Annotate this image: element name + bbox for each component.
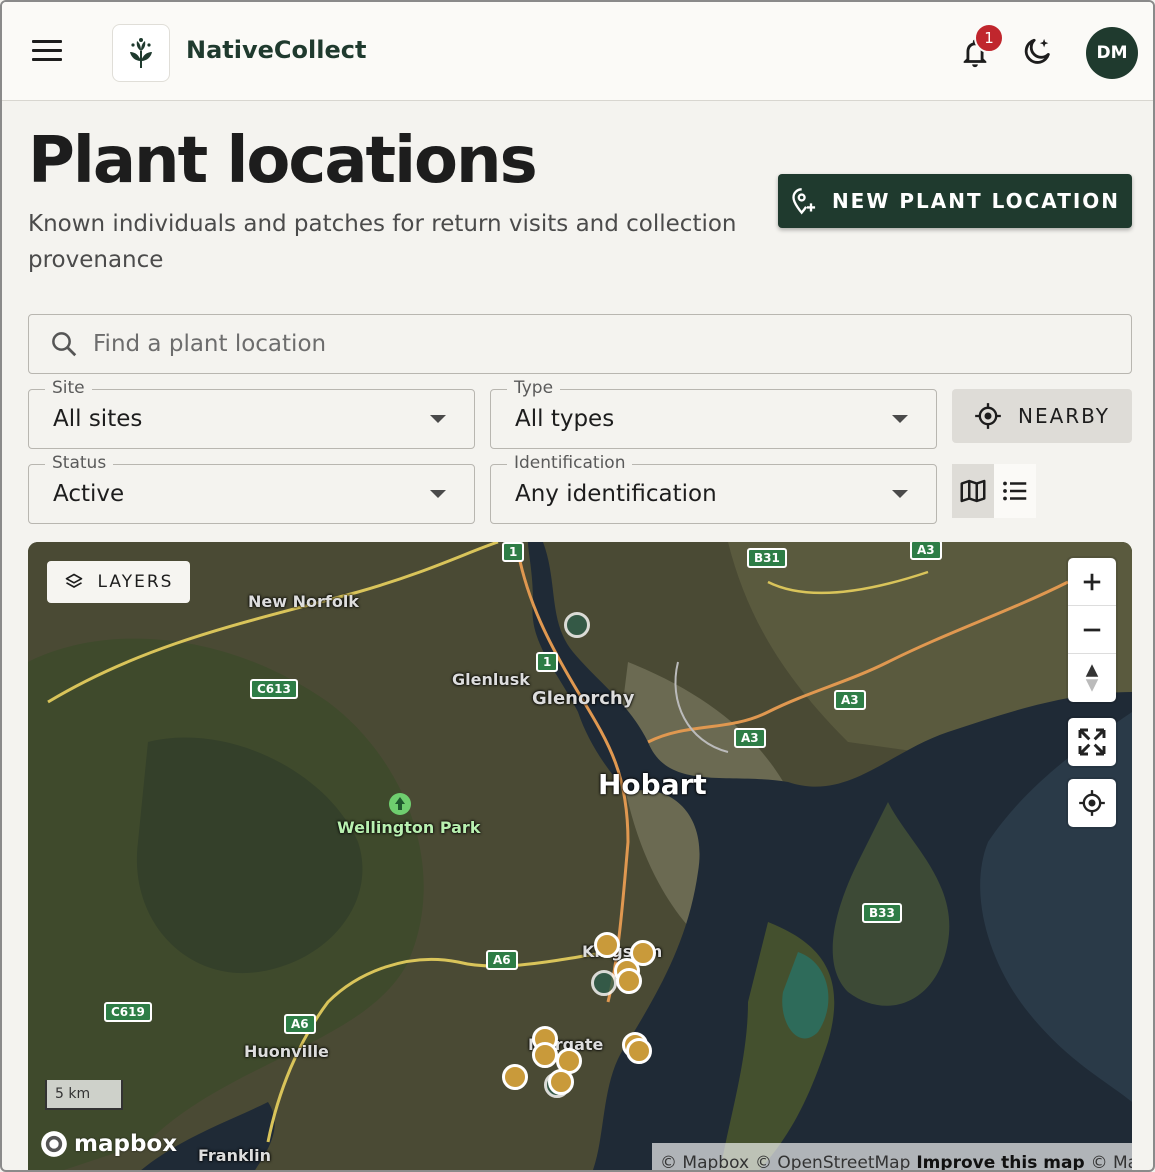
plant-location-marker[interactable] <box>616 968 642 994</box>
attribution-maxar-link[interactable]: © Maxar <box>1091 1153 1132 1171</box>
search-icon <box>52 332 77 357</box>
mapbox-wordmark: mapbox <box>74 1131 178 1157</box>
place-wellington-park: Wellington Park <box>337 818 481 837</box>
notification-count-badge: 1 <box>974 23 1004 53</box>
minus-icon <box>1083 628 1101 631</box>
geolocate-button[interactable] <box>1068 779 1116 827</box>
road-shield: B31 <box>747 548 787 568</box>
geolocate-icon <box>1079 790 1105 816</box>
crosshair-icon <box>975 403 1001 429</box>
status-select[interactable]: Status Active <box>28 453 475 524</box>
road-shield: A6 <box>486 950 518 970</box>
site-select-value: All sites <box>53 406 143 432</box>
search-box[interactable] <box>28 314 1132 374</box>
plant-location-marker[interactable] <box>502 1064 528 1090</box>
new-plant-location-button[interactable]: NEW PLANT LOCATION <box>778 174 1132 228</box>
compass-icon <box>1085 664 1099 692</box>
park-icon <box>389 793 411 815</box>
plant-location-marker[interactable] <box>626 1038 652 1064</box>
layers-label: LAYERS <box>97 572 174 592</box>
plant-location-marker[interactable] <box>594 932 620 958</box>
road-shield: 1 <box>502 542 525 562</box>
road-shield: A3 <box>734 728 766 748</box>
plant-location-marker[interactable] <box>564 612 590 638</box>
road-shield: A6 <box>284 1014 316 1034</box>
improve-map-link[interactable]: Improve this map <box>916 1153 1084 1171</box>
attribution-mapbox-link[interactable]: © Mapbox <box>660 1153 749 1171</box>
map-attribution: © Mapbox © OpenStreetMap Improve this ma… <box>652 1143 1132 1171</box>
view-mode-toggle <box>952 464 1036 518</box>
identification-select-value: Any identification <box>515 481 717 507</box>
zoom-out-button[interactable] <box>1068 606 1116 654</box>
place-hobart: Hobart <box>598 768 707 801</box>
road-shield: 1 <box>536 652 559 672</box>
status-select-value: Active <box>53 481 125 507</box>
layers-icon <box>65 573 82 588</box>
map-scale-bar: 5 km <box>45 1080 123 1110</box>
attribution-osm-link[interactable]: © OpenStreetMap <box>755 1153 910 1171</box>
zoom-in-button[interactable] <box>1068 558 1116 606</box>
site-select[interactable]: Site All sites <box>28 378 475 449</box>
compass-button[interactable] <box>1068 654 1116 702</box>
app-frame: NativeCollect 1 DM Plant locations Known… <box>0 0 1155 1172</box>
mapbox-icon <box>41 1131 67 1157</box>
plant-logo-icon <box>130 38 152 68</box>
road-shield: A3 <box>834 690 866 710</box>
nearby-button[interactable]: NEARBY <box>952 389 1132 443</box>
chevron-down-icon <box>430 490 446 498</box>
dark-mode-icon[interactable] <box>1020 36 1054 70</box>
list-icon <box>1003 481 1027 501</box>
road-shield: C613 <box>250 679 298 699</box>
site-select-label: Site <box>45 378 92 398</box>
list-view-button[interactable] <box>994 464 1036 518</box>
place-glenlusk: Glenlusk <box>452 670 530 689</box>
top-app-bar: NativeCollect 1 DM <box>2 2 1153 101</box>
road-shield: B33 <box>862 903 902 923</box>
place-glenorchy: Glenorchy <box>532 688 635 709</box>
place-huonville: Huonville <box>244 1042 329 1061</box>
brand-name: NativeCollect <box>186 36 367 64</box>
identification-select[interactable]: Identification Any identification <box>490 453 937 524</box>
road-shield: C619 <box>104 1002 152 1022</box>
plant-location-marker[interactable] <box>591 970 617 996</box>
layers-button[interactable]: LAYERS <box>47 561 190 603</box>
place-franklin: Franklin <box>198 1146 271 1165</box>
fullscreen-button[interactable] <box>1068 718 1116 766</box>
chevron-down-icon <box>892 415 908 423</box>
plus-icon <box>1083 573 1101 590</box>
add-location-icon <box>792 188 816 215</box>
map-view-button[interactable] <box>952 464 994 518</box>
app-logo[interactable] <box>112 24 170 82</box>
road-shield: A3 <box>910 542 942 560</box>
chevron-down-icon <box>430 415 446 423</box>
plant-location-marker[interactable] <box>548 1069 574 1095</box>
type-select-label: Type <box>507 378 561 398</box>
mapbox-logo[interactable]: mapbox <box>40 1130 177 1158</box>
map-icon <box>960 479 986 503</box>
new-plant-location-label: NEW PLANT LOCATION <box>831 189 1121 213</box>
plant-location-marker[interactable] <box>532 1042 558 1068</box>
chevron-down-icon <box>892 490 908 498</box>
identification-select-label: Identification <box>507 453 633 473</box>
zoom-controls <box>1068 558 1116 702</box>
menu-icon[interactable] <box>32 40 62 64</box>
user-avatar[interactable]: DM <box>1086 27 1138 79</box>
nearby-label: NEARBY <box>1017 404 1111 428</box>
map-view[interactable]: New Norfolk Glenlusk Glenorchy Hobart We… <box>28 542 1132 1171</box>
page-subtitle: Known individuals and patches for return… <box>28 211 737 273</box>
page-title: Plant locations <box>28 124 538 198</box>
place-new-norfolk: New Norfolk <box>248 592 359 611</box>
status-select-label: Status <box>45 453 114 473</box>
fullscreen-icon <box>1078 728 1106 756</box>
type-select[interactable]: Type All types <box>490 378 937 449</box>
type-select-value: All types <box>515 406 615 432</box>
search-input[interactable] <box>93 331 993 357</box>
